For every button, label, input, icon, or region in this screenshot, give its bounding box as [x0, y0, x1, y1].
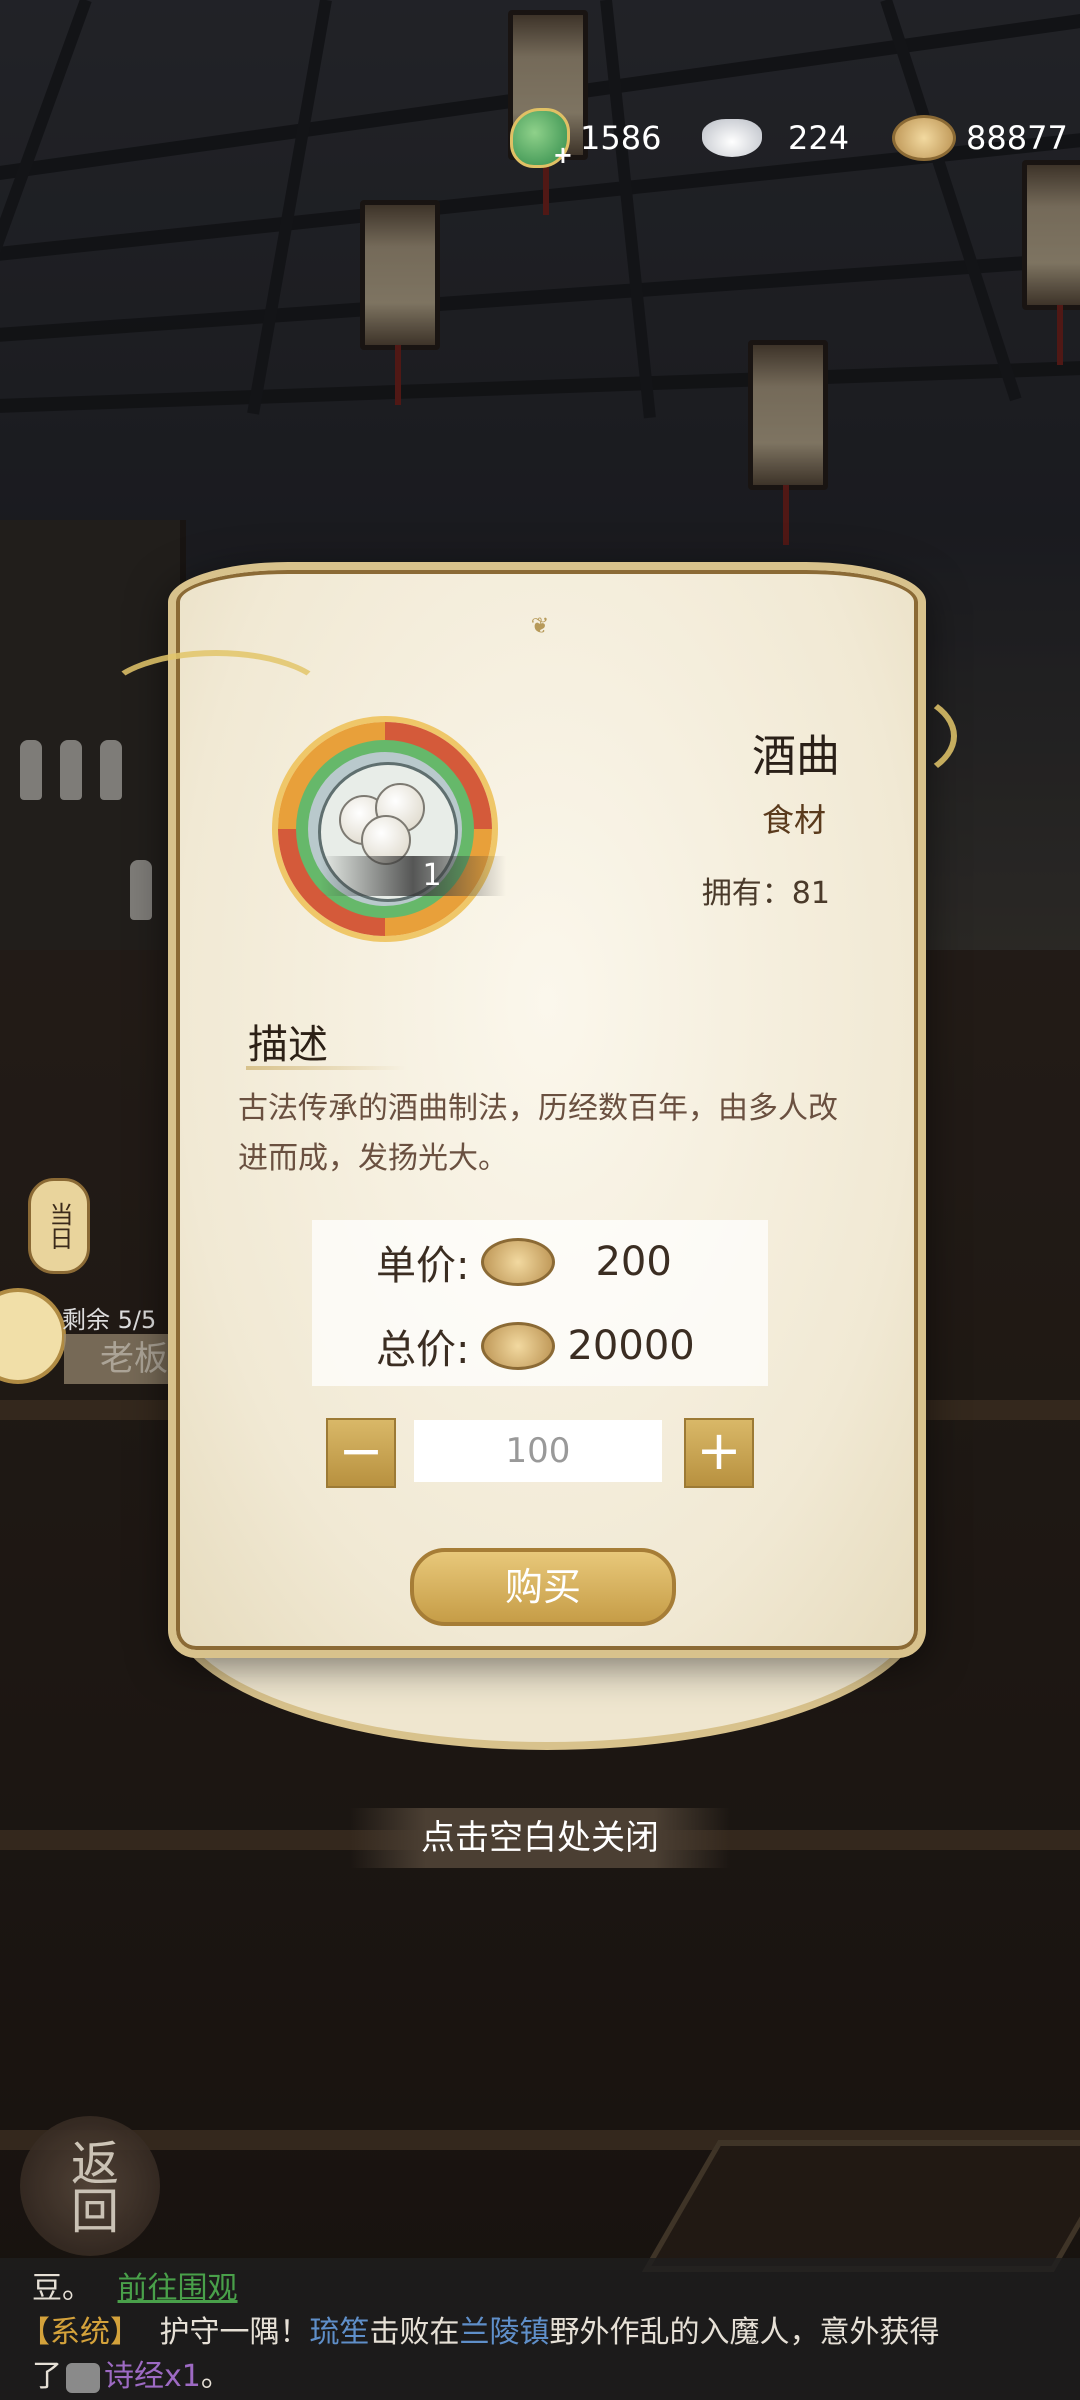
decrease-quantity-button[interactable]: −	[326, 1418, 396, 1488]
copper-coin-icon	[892, 115, 956, 161]
return-button[interactable]: 返回	[20, 2116, 160, 2256]
buy-button[interactable]: 购买	[410, 1548, 676, 1626]
total-price-label: 总价:	[376, 1327, 470, 1373]
copper-coin-icon	[481, 1322, 556, 1370]
silver-resource: 224	[702, 112, 849, 164]
total-price-value: 20000	[567, 1323, 695, 1369]
watch-link[interactable]: 前往围观	[118, 2271, 238, 2306]
jade-resource[interactable]: + 1586	[510, 108, 662, 169]
jade-amount: 1586	[580, 119, 662, 157]
owned-count: 拥有：81	[701, 876, 830, 911]
item-name: 酒曲	[752, 731, 840, 782]
unit-price-row: 单价: 200	[376, 1234, 672, 1290]
dialog-ornament-icon: ❦	[530, 614, 550, 639]
chat-line: 豆。 前往围观	[32, 2271, 238, 2306]
today-tag[interactable]: 当日	[28, 1178, 90, 1274]
unit-price-value: 200	[595, 1239, 672, 1285]
location-link[interactable]: 兰陵镇	[460, 2315, 550, 2350]
quantity-input[interactable]	[414, 1420, 662, 1482]
player-name-link[interactable]: 琉笙	[310, 2315, 370, 2350]
copper-coin-icon	[481, 1238, 556, 1286]
chat-line: 【系统】 护守一隅！琉笙击败在兰陵镇野外作乱的入魔人，意外获得	[20, 2315, 940, 2350]
item-count: 1	[422, 858, 442, 893]
system-tag: 【系统】	[20, 2315, 140, 2350]
remaining-count: 剩余 5/5	[62, 1306, 157, 1334]
silver-amount: 224	[788, 119, 850, 157]
total-price-row: 总价: 20000	[376, 1318, 695, 1374]
increase-quantity-button[interactable]: +	[684, 1418, 754, 1488]
jade-fish-icon: +	[510, 108, 573, 169]
chat-feed[interactable]: 豆。 前往围观 【系统】 护守一隅！琉笙击败在兰陵镇野外作乱的入魔人，意外获得 …	[0, 2258, 1080, 2400]
chat-line: 了诗经x1。	[32, 2359, 231, 2394]
cloud-swirl-icon	[100, 650, 332, 752]
copper-resource: 88877	[892, 112, 1068, 164]
description-title: 描述	[248, 1022, 328, 1068]
description-text: 古法传承的酒曲制法，历经数百年，由多人改进而成，发扬光大。	[238, 1091, 838, 1176]
scroll-icon	[66, 2362, 100, 2393]
item-type: 食材	[761, 801, 826, 839]
close-hint[interactable]: 点击空白处关闭	[350, 1808, 730, 1868]
reward-item-link[interactable]: 诗经x1	[104, 2359, 201, 2394]
unit-price-label: 单价:	[376, 1243, 470, 1289]
copper-amount: 88877	[966, 119, 1068, 157]
silver-ingot-icon	[702, 119, 762, 157]
